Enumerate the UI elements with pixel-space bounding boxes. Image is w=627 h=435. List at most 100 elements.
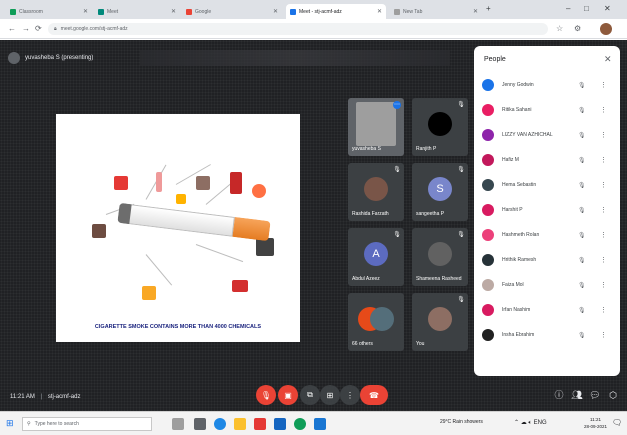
- presentation-banner: [140, 50, 450, 66]
- participant-avatar: [482, 79, 494, 91]
- participant-avatar: [482, 279, 494, 291]
- minimize-icon[interactable]: –: [566, 4, 570, 13]
- close-tab-icon[interactable]: ✕: [83, 8, 88, 15]
- mic-off-icon: 🎙︎: [457, 167, 465, 173]
- participant-tile[interactable]: 🎙︎ Ranjith P: [412, 98, 468, 156]
- more-options-button[interactable]: ⋮: [340, 385, 360, 405]
- mic-off-icon: 🎙︎: [578, 107, 586, 114]
- meet-icon: [290, 8, 296, 15]
- chat-icon[interactable]: 💬︎: [588, 388, 602, 402]
- close-tab-icon[interactable]: ✕: [473, 8, 478, 15]
- more-vert-icon[interactable]: ⋮: [600, 331, 607, 339]
- hangup-icon: ☎: [369, 390, 379, 400]
- more-vert-icon[interactable]: ⋮: [600, 256, 607, 264]
- close-tab-icon[interactable]: ✕: [273, 8, 278, 15]
- profile-avatar[interactable]: [600, 23, 612, 35]
- widgets-icon[interactable]: [194, 418, 206, 430]
- participant-row[interactable]: Faiza Mol 🎙︎ ⋮: [474, 274, 620, 296]
- chemical-icon: [196, 176, 210, 190]
- mic-toggle-button[interactable]: 🎙︎: [256, 385, 276, 405]
- close-tab-icon[interactable]: ✕: [171, 8, 176, 15]
- mic-off-icon: 🎙︎: [578, 207, 586, 214]
- captions-button[interactable]: ⧉: [300, 385, 320, 405]
- participant-row[interactable]: Harshit P 🎙︎ ⋮: [474, 199, 620, 221]
- browser-tab[interactable]: Meet ✕: [94, 4, 180, 19]
- more-vert-icon[interactable]: ⋮: [600, 131, 607, 139]
- chemical-icon: [142, 286, 156, 300]
- participant-tile[interactable]: 🎙︎ A Abdul Azeez: [348, 228, 404, 286]
- camera-toggle-button[interactable]: ▣: [278, 385, 298, 405]
- browser-tab[interactable]: New Tab ✕: [390, 4, 482, 19]
- slide-caption: CIGARETTE SMOKE CONTAINS MORE THAN 4000 …: [94, 324, 262, 330]
- taskbar-search-input[interactable]: ⚲ Type here to search: [22, 417, 152, 431]
- new-tab-button[interactable]: +: [486, 4, 491, 13]
- chemical-icon: [92, 224, 106, 238]
- store-icon[interactable]: [274, 418, 286, 430]
- people-icon[interactable]: 👥︎: [570, 388, 584, 402]
- star-icon[interactable]: ☆: [556, 24, 563, 33]
- participant-avatar: [482, 154, 494, 166]
- mail-icon[interactable]: [314, 418, 326, 430]
- system-tray-icons[interactable]: ⌃ ☁ 🔈︎ ENG: [514, 419, 547, 427]
- participant-row[interactable]: Hashmeth Rolan 🎙︎ ⋮: [474, 224, 620, 246]
- participant-tile[interactable]: 🎙︎ S sangeetha P: [412, 163, 468, 221]
- close-tab-icon[interactable]: ✕: [377, 8, 382, 15]
- present-button[interactable]: ⊞: [320, 385, 340, 405]
- taskbar-clock[interactable]: 11:21 28-09-2021: [584, 416, 607, 430]
- browser-toolbar: ← → ⟳ 🔒︎ meet.google.com/stj-acmf-adz ☆ …: [0, 19, 627, 39]
- close-icon[interactable]: ✕: [604, 54, 612, 65]
- close-window-icon[interactable]: ✕: [604, 4, 611, 13]
- participant-tile-others[interactable]: 66 others: [348, 293, 404, 351]
- chrome-icon[interactable]: [294, 418, 306, 430]
- participant-tile[interactable]: ⋯ yuvasheba S: [348, 98, 404, 156]
- participant-avatar: [482, 254, 494, 266]
- app-icon[interactable]: [254, 418, 266, 430]
- activities-icon[interactable]: ⬡: [606, 388, 620, 402]
- more-vert-icon[interactable]: ⋮: [600, 106, 607, 114]
- notifications-icon[interactable]: 🗨︎: [612, 418, 622, 427]
- participant-row[interactable]: Irfan Nashim 🎙︎ ⋮: [474, 299, 620, 321]
- participant-avatar: [482, 204, 494, 216]
- address-bar[interactable]: 🔒︎ meet.google.com/stj-acmf-adz: [48, 23, 548, 35]
- task-view-icon[interactable]: [172, 418, 184, 430]
- participant-row[interactable]: Jenny Godwin 🎙︎ ⋮: [474, 74, 620, 96]
- participant-row[interactable]: Hema Sebastin 🎙︎ ⋮: [474, 174, 620, 196]
- reload-icon[interactable]: ⟳: [35, 24, 42, 33]
- info-icon[interactable]: ⓘ: [552, 388, 566, 402]
- forward-icon[interactable]: →: [22, 24, 30, 33]
- presenter-avatar: [8, 52, 20, 64]
- more-vert-icon[interactable]: ⋮: [600, 156, 607, 164]
- browser-tab[interactable]: Google ✕: [182, 4, 282, 19]
- more-vert-icon[interactable]: ⋮: [600, 306, 607, 314]
- more-vert-icon[interactable]: ⋮: [600, 281, 607, 289]
- participant-row[interactable]: Insha Ebrahim 🎙︎ ⋮: [474, 324, 620, 346]
- file-explorer-icon[interactable]: [234, 418, 246, 430]
- participant-row[interactable]: Hafiz M 🎙︎ ⋮: [474, 149, 620, 171]
- participant-row[interactable]: Ritika Sahani 🎙︎ ⋮: [474, 99, 620, 121]
- more-vert-icon[interactable]: ⋮: [600, 206, 607, 214]
- edge-icon[interactable]: [214, 418, 226, 430]
- more-vert-icon[interactable]: ⋮: [600, 181, 607, 189]
- back-icon[interactable]: ←: [8, 24, 16, 33]
- google-icon: [186, 8, 192, 15]
- mic-off-icon: 🎙︎: [393, 232, 401, 238]
- participant-avatar: [482, 104, 494, 116]
- extensions-icon[interactable]: ⚙: [574, 24, 581, 33]
- weather-status[interactable]: 29°C Rain showers: [440, 419, 483, 425]
- participant-row[interactable]: LIZZY VAN AZHICHAL 🎙︎ ⋮: [474, 124, 620, 146]
- more-vert-icon[interactable]: ⋮: [600, 231, 607, 239]
- participant-tile[interactable]: 🎙︎ Rashida Farzath: [348, 163, 404, 221]
- participant-tile-self[interactable]: 🎙︎ You: [412, 293, 468, 351]
- browser-tab[interactable]: Classroom ✕: [6, 4, 92, 19]
- more-vert-icon[interactable]: ⋮: [600, 81, 607, 89]
- leave-call-button[interactable]: ☎: [360, 385, 388, 405]
- mic-off-icon: 🎙︎: [578, 182, 586, 189]
- maximize-icon[interactable]: □: [584, 4, 589, 13]
- participant-row[interactable]: Hrithik Ramesh 🎙︎ ⋮: [474, 249, 620, 271]
- participant-tile[interactable]: 🎙︎ Shameena Rasheed: [412, 228, 468, 286]
- meet-icon: [98, 8, 104, 15]
- captions-icon: ⧉: [307, 390, 313, 399]
- chemical-icon: [176, 194, 186, 204]
- windows-start-icon[interactable]: ⊞: [6, 418, 14, 429]
- browser-tab-active[interactable]: Meet - stj-acmf-adz ✕: [286, 4, 386, 19]
